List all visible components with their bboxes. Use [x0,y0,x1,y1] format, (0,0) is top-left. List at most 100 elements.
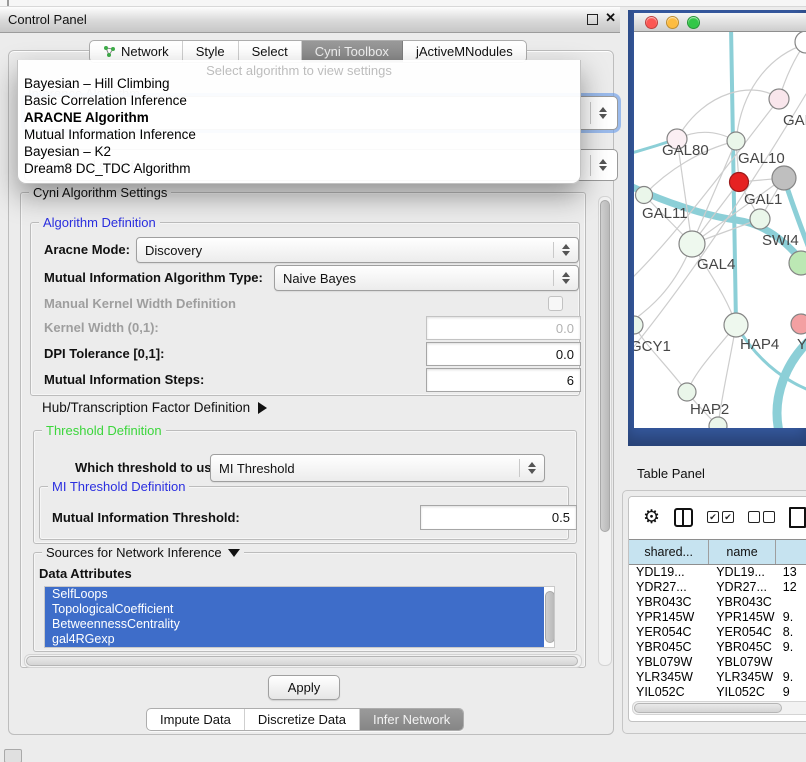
unchecked-pair-icon[interactable] [748,511,775,523]
network-graph[interactable]: GALGAL80GAL10GAL1GAL11SWI4GAL4GCY1HAP4YH… [634,32,806,428]
hub-definition-expander[interactable]: Hub/Transcription Factor Definition [42,400,267,415]
cyni-settings-group-title: Cyni Algorithm Settings [29,185,171,200]
gear-icon[interactable]: ⚙ [643,508,660,527]
network-node-y[interactable] [791,314,806,334]
tab-impute-data[interactable]: Impute Data [147,709,245,730]
node-label-hap4: HAP4 [740,336,779,353]
algorithm-option-mutual-information-inference[interactable]: Mutual Information Inference [24,127,196,142]
network-node-gal[interactable] [769,89,789,109]
mac-minimize-button[interactable] [666,16,679,29]
table-row[interactable]: YBR045CYBR045C9. [629,640,806,655]
network-window-titlebar[interactable] [634,13,806,32]
mi-steps-field[interactable]: 6 [426,368,581,392]
network-node-gal11[interactable] [636,187,653,204]
dpi-tolerance-field[interactable]: 0.0 [426,342,581,366]
table-row[interactable]: YBL079WYBL079W [629,655,806,670]
attribute-item-gal4rgexp[interactable]: gal4RGexp [45,632,554,647]
network-node-gcy1[interactable] [634,316,643,334]
table-cell: YBR045C [629,640,709,655]
which-threshold-combo[interactable]: MI Threshold [210,454,545,482]
column-header-col2[interactable] [776,540,806,564]
table-row[interactable]: YIL052CYIL052C9 [629,685,806,700]
tab-infer-network[interactable]: Infer Network [360,709,463,730]
data-attributes-list[interactable]: SelfLoopsTopologicalCoefficientBetweenne… [44,586,555,648]
table-row[interactable]: YER054CYER054C8. [629,625,806,640]
network-node[interactable] [709,417,727,428]
dock-mini-icon[interactable] [4,749,22,762]
aracne-mode-combo[interactable]: Discovery [136,237,579,263]
algorithm-option-bayesian-hill-climbing[interactable]: Bayesian – Hill Climbing [24,76,170,91]
control-panel-titlebar: Control Panel ✕ [0,7,620,33]
mi-threshold-label: Mutual Information Threshold: [52,510,240,525]
table-cell: 9. [776,640,806,655]
cyni-algorithm-settings: Cyni Algorithm Settings Algorithm Defini… [18,192,586,668]
network-node-hap4[interactable] [724,313,748,337]
columns-icon[interactable] [674,508,693,527]
table-cell: YIL052C [709,685,776,700]
table-horizontal-scrollbar[interactable] [632,701,806,715]
attribute-item-betweennesscentrality[interactable]: BetweennessCentrality [45,617,554,632]
network-view-canvas[interactable]: GALGAL80GAL10GAL1GAL11SWI4GAL4GCY1HAP4YH… [634,32,806,428]
tab-label: jActiveMNodules [416,44,513,59]
network-node[interactable] [772,166,796,190]
settings-vscroll-thumb[interactable] [600,200,610,532]
tab-cyni-toolbox[interactable]: Cyni Toolbox [302,41,403,62]
network-node[interactable] [795,32,806,53]
tab-select[interactable]: Select [239,41,302,62]
mac-close-button[interactable] [645,16,658,29]
attribute-item-selfloops[interactable]: SelfLoops [45,587,554,602]
attr-list-scroll-thumb[interactable] [545,591,555,643]
algorithm-definition-title: Algorithm Definition [39,215,160,230]
network-edge[interactable] [634,244,692,324]
kernel-width-label: Kernel Width (0,1): [44,320,159,335]
node-label-gal4: GAL4 [697,256,735,273]
combo-stepper-icon [553,270,570,287]
tab-network[interactable]: Network [90,41,183,62]
node-label-gal80: GAL80 [662,142,709,159]
settings-hscroll-thumb[interactable] [26,656,578,666]
column-header-name[interactable]: name [709,540,776,564]
network-node[interactable] [730,173,749,192]
table-cell: 9. [776,670,806,685]
table-row[interactable]: YLR345WYLR345W9. [629,670,806,685]
algorithm-option-bayesian-k2[interactable]: Bayesian – K2 [24,144,111,159]
table-row[interactable]: YDL19...YDL19...13 [629,565,806,580]
algorithm-option-dream8-dc-tdc-algorithm[interactable]: Dream8 DC_TDC Algorithm [24,161,191,176]
file-icon[interactable] [789,507,806,528]
network-edge[interactable] [677,90,779,139]
network-node-gal1[interactable] [750,209,770,229]
table-cell: YDR27... [629,580,709,595]
dpi-tolerance-value: 0.0 [556,347,574,362]
algorithm-option-aracne-algorithm[interactable]: ARACNE Algorithm [24,110,149,125]
checked-pair-icon[interactable]: ✔✔ [707,511,734,523]
kernel-width-field[interactable]: 0.0 [426,316,581,340]
table-row[interactable]: YDR27...YDR27...12 [629,580,806,595]
mi-type-combo[interactable]: Naive Bayes [274,265,579,291]
table-cell: YBL079W [629,655,709,670]
column-header-shared-[interactable]: shared... [629,540,709,564]
apply-button[interactable]: Apply [268,675,340,700]
network-node-swi4[interactable] [789,251,806,275]
table-row[interactable]: YPR145WYPR145W9. [629,610,806,625]
manual-kernel-checkbox[interactable] [548,296,563,311]
settings-horizontal-scrollbar[interactable] [24,654,582,668]
tab-label: Infer Network [373,712,450,727]
algorithm-option-basic-correlation-inference[interactable]: Basic Correlation Inference [24,93,187,108]
tab-discretize-data[interactable]: Discretize Data [245,709,360,730]
network-node-gal10[interactable] [727,132,745,150]
close-icon[interactable]: ✕ [605,10,616,26]
mac-zoom-button[interactable] [687,16,700,29]
tab-jactivemnodules[interactable]: jActiveMNodules [403,41,526,62]
float-icon[interactable] [587,14,598,25]
network-node-gal4[interactable] [679,231,705,257]
mi-threshold-field[interactable]: 0.5 [420,505,577,530]
table-row[interactable]: YBR043CYBR043C [629,595,806,610]
network-edge[interactable] [634,325,687,392]
table-cell: YLR345W [709,670,776,685]
settings-vertical-scrollbar[interactable] [598,196,612,666]
network-node-hap2[interactable] [678,383,696,401]
table-hscroll-thumb[interactable] [634,703,782,713]
tab-style[interactable]: Style [183,41,239,62]
attr-list-scrollbar[interactable] [544,587,554,647]
attribute-item-topologicalcoefficient[interactable]: TopologicalCoefficient [45,602,554,617]
